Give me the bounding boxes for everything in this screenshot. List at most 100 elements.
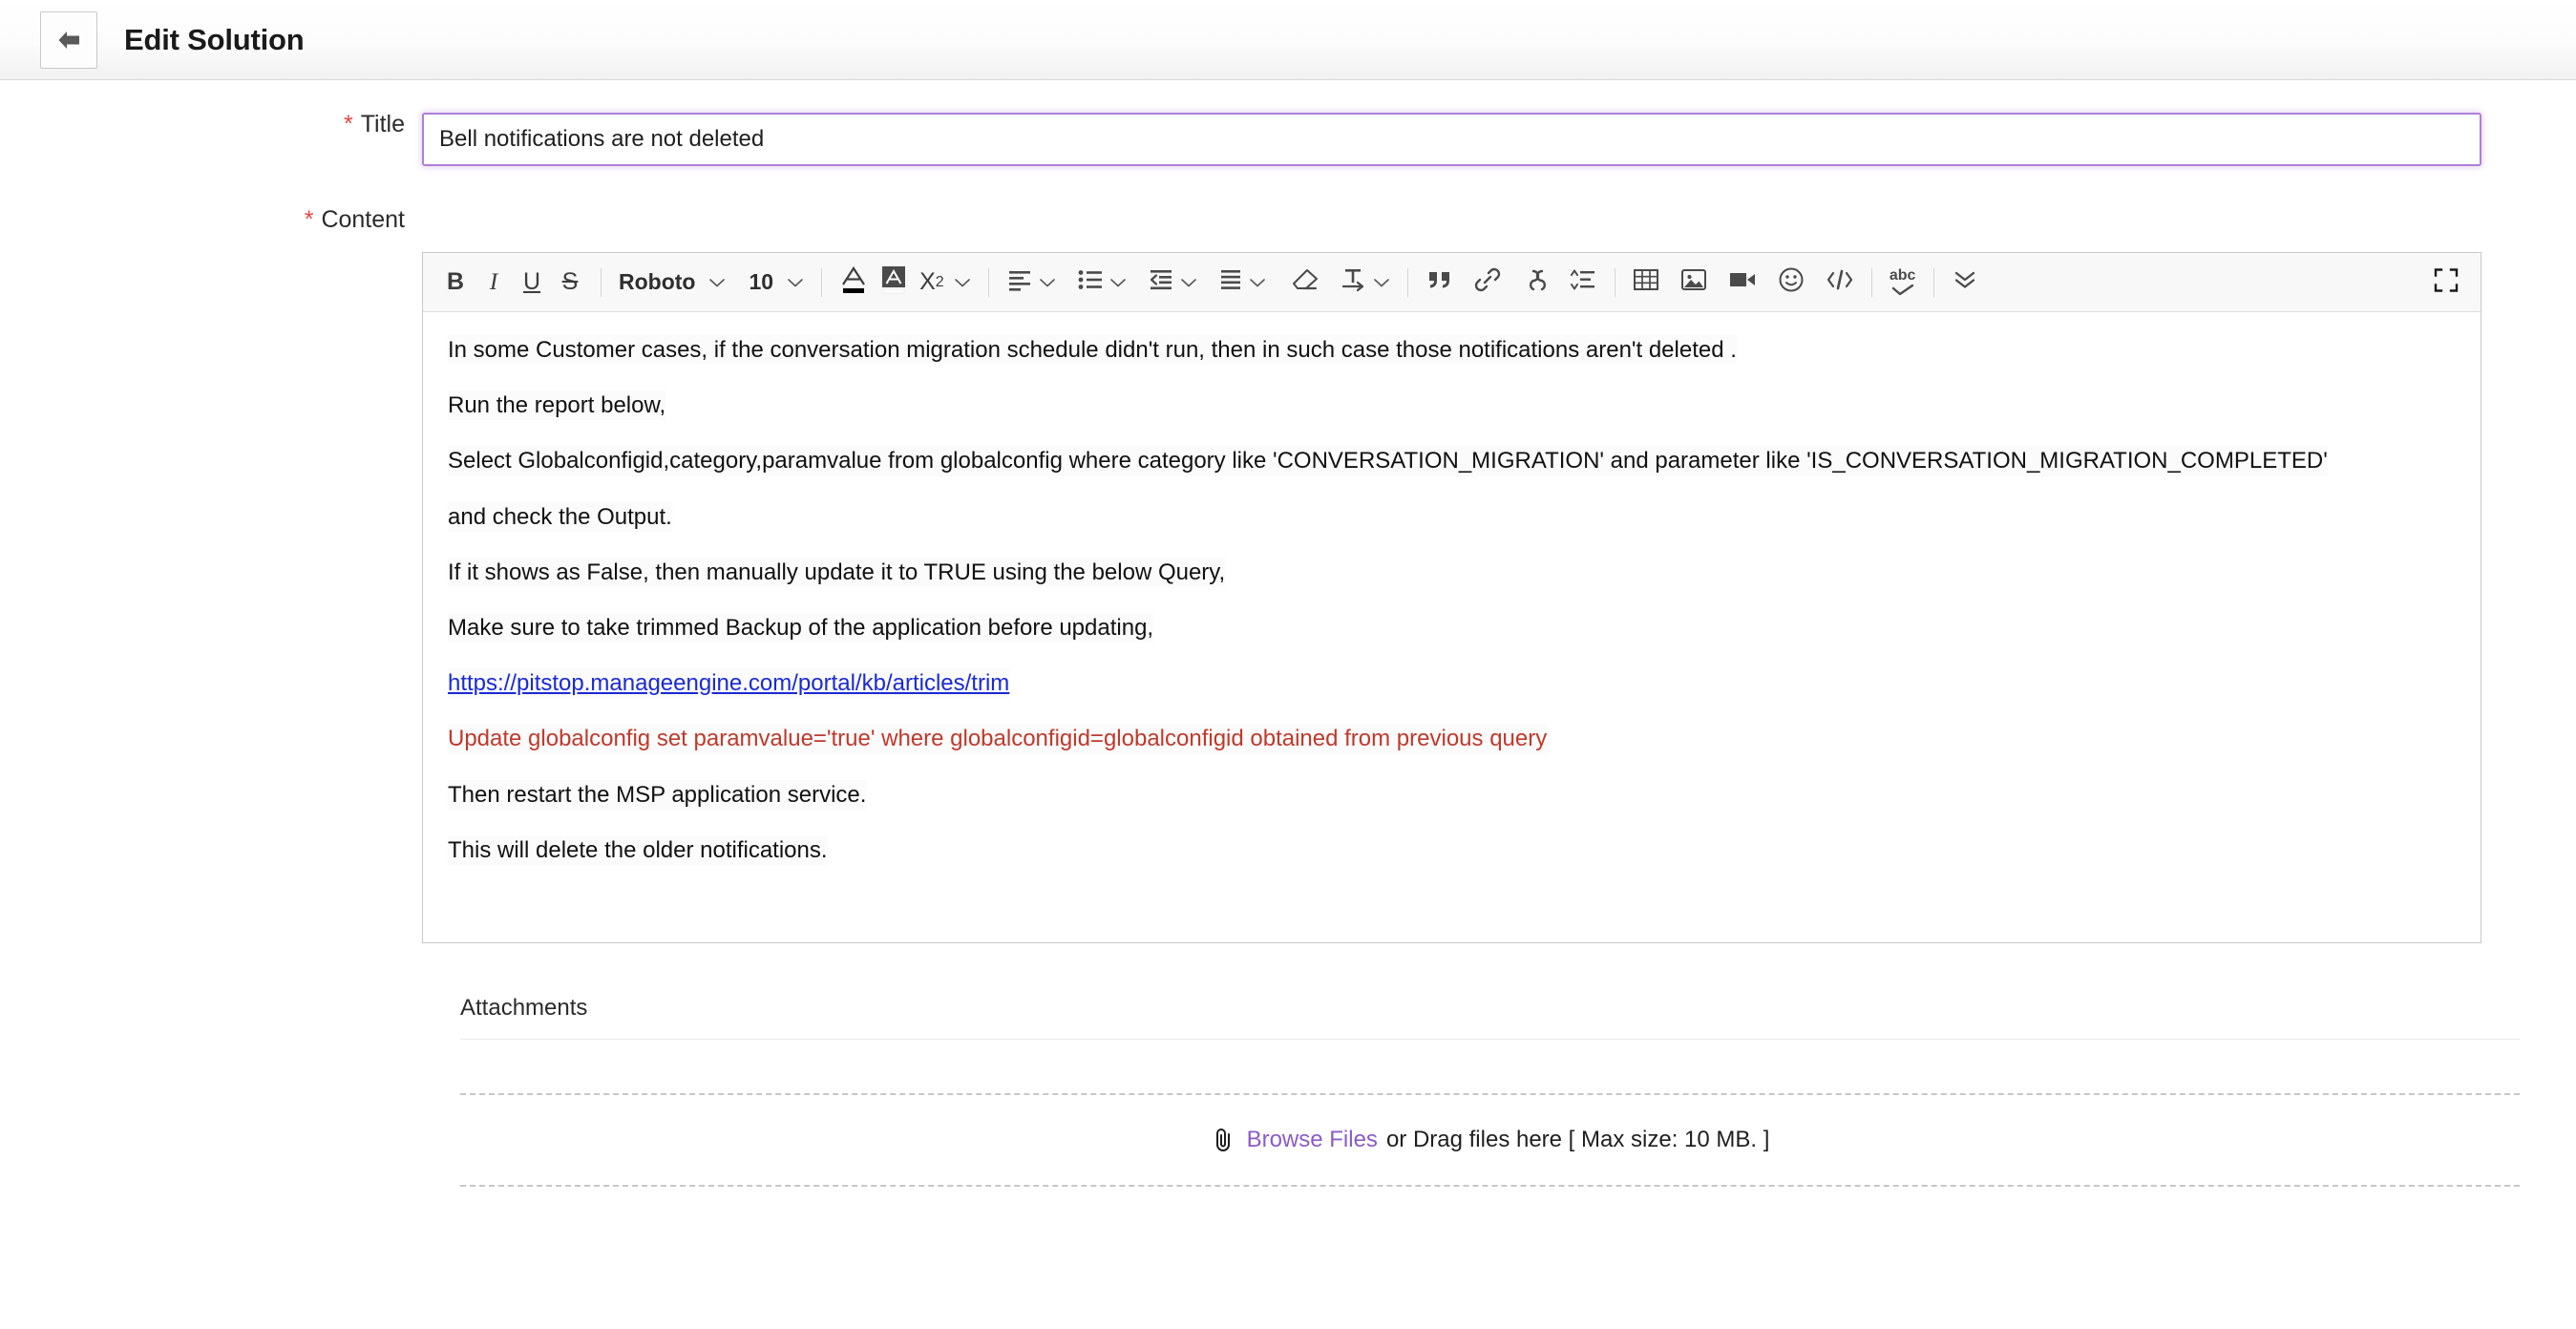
content-paragraph: Make sure to take trimmed Backup of the … bbox=[448, 612, 1154, 643]
content-label: * Content bbox=[0, 208, 422, 232]
form-area: *Title *Content B I U S Rob bbox=[0, 80, 2576, 943]
unlink-icon bbox=[1521, 267, 1550, 297]
unlink-button[interactable] bbox=[1515, 262, 1555, 304]
required-marker-content: * bbox=[304, 206, 314, 233]
indent-icon bbox=[1218, 268, 1243, 296]
code-view-button[interactable] bbox=[1820, 262, 1860, 304]
app-header: Edit Solution bbox=[0, 0, 2576, 80]
indent-button[interactable] bbox=[1213, 262, 1272, 304]
paperclip-icon bbox=[1211, 1127, 1235, 1153]
toolbar-separator bbox=[987, 267, 989, 297]
attachments-divider bbox=[460, 1039, 2520, 1040]
browse-files-link[interactable]: Browse Files bbox=[1247, 1127, 1378, 1153]
chevron-down-icon bbox=[708, 277, 726, 288]
chevron-down-icon bbox=[1249, 277, 1266, 288]
required-marker-title: * bbox=[343, 111, 353, 137]
content-paragraph: and check the Output. bbox=[448, 501, 672, 532]
title-input[interactable] bbox=[422, 113, 2481, 166]
title-row: * Title bbox=[0, 113, 2576, 166]
file-dropzone[interactable]: Browse Files or Drag files here [ Max si… bbox=[460, 1093, 2520, 1187]
content-link[interactable]: https://pitstop.manageengine.com/portal/… bbox=[448, 670, 1009, 696]
blockquote-button[interactable] bbox=[1420, 262, 1460, 304]
chevron-down-icon bbox=[787, 277, 804, 288]
content-row: * Content B I U S Roboto 10 X 2 abc In s… bbox=[0, 208, 2576, 943]
strikethrough-button[interactable]: S bbox=[551, 262, 589, 304]
image-button[interactable] bbox=[1675, 262, 1713, 304]
outdent-icon bbox=[1148, 268, 1174, 296]
toolbar-separator bbox=[821, 267, 823, 297]
title-label: * Title bbox=[0, 113, 422, 137]
content-paragraph-link: https://pitstop.manageengine.com/portal/… bbox=[448, 668, 1010, 699]
content-paragraph: If it shows as False, then manually upda… bbox=[448, 557, 1226, 587]
superscript-button[interactable]: X2 bbox=[914, 262, 977, 304]
table-icon bbox=[1633, 267, 1659, 297]
text-color-icon bbox=[839, 264, 868, 301]
outdent-button[interactable] bbox=[1142, 262, 1203, 304]
chevron-down-icon bbox=[1109, 277, 1127, 288]
spellcheck-icon: abc bbox=[1890, 268, 1915, 296]
video-button[interactable] bbox=[1722, 262, 1763, 304]
line-height-button[interactable] bbox=[1563, 262, 1603, 304]
content-paragraph: Select Globalconfigid,category,paramvalu… bbox=[448, 446, 2328, 476]
rich-text-editor: B I U S Roboto 10 X 2 abc In some Custom… bbox=[422, 252, 2481, 943]
content-label-text: Content bbox=[321, 206, 405, 233]
emoji-button[interactable] bbox=[1772, 262, 1810, 304]
table-button[interactable] bbox=[1627, 262, 1665, 304]
content-field-col: B I U S Roboto 10 X 2 abc In some Custom… bbox=[422, 208, 2576, 943]
blockquote-icon bbox=[1425, 268, 1454, 296]
content-paragraph-red: Update globalconfig set paramvalue='true… bbox=[448, 724, 1548, 754]
font-family-value: Roboto bbox=[619, 269, 696, 294]
text-direction-icon bbox=[1341, 267, 1367, 297]
highlight-color-button[interactable] bbox=[874, 262, 914, 304]
content-paragraph: Run the report below, bbox=[448, 390, 666, 421]
chevron-down-icon bbox=[1039, 277, 1056, 288]
arrow-left-icon bbox=[54, 28, 83, 53]
chevron-down-icon bbox=[954, 277, 971, 288]
clear-format-icon bbox=[1291, 267, 1320, 297]
more-options-icon bbox=[1953, 268, 1977, 296]
chevron-down-icon bbox=[1180, 277, 1197, 288]
clear-format-button[interactable] bbox=[1285, 262, 1325, 304]
page-title: Edit Solution bbox=[124, 22, 305, 56]
back-button[interactable] bbox=[40, 11, 97, 69]
text-direction-button[interactable] bbox=[1335, 262, 1396, 304]
title-input-wrap bbox=[422, 113, 2517, 166]
bold-button[interactable]: B bbox=[436, 262, 475, 304]
chevron-down-icon bbox=[1373, 277, 1390, 288]
align-button[interactable] bbox=[1001, 262, 1062, 304]
title-label-text: Title bbox=[360, 111, 405, 137]
editor-toolbar: B I U S Roboto 10 X 2 abc bbox=[423, 253, 2481, 312]
text-color-button[interactable] bbox=[834, 262, 874, 304]
font-size-value: 10 bbox=[749, 269, 774, 294]
toolbar-separator bbox=[1406, 267, 1408, 297]
superscript-label: X bbox=[919, 268, 936, 295]
highlight-color-icon bbox=[879, 264, 908, 301]
italic-button[interactable]: I bbox=[475, 262, 513, 304]
spellcheck-button[interactable]: abc bbox=[1884, 262, 1922, 304]
fullscreen-icon bbox=[2433, 267, 2460, 297]
font-family-select[interactable]: Roboto bbox=[613, 269, 731, 295]
editor-content-area[interactable]: In some Customer cases, if the conversat… bbox=[423, 312, 2481, 942]
link-button[interactable] bbox=[1467, 262, 1508, 304]
dropzone-inner: Browse Files or Drag files here [ Max si… bbox=[1211, 1127, 1770, 1153]
title-field-col bbox=[422, 113, 2576, 166]
superscript-exponent: 2 bbox=[935, 273, 944, 290]
align-left-icon bbox=[1006, 268, 1033, 296]
image-icon bbox=[1680, 267, 1707, 297]
font-size-select[interactable]: 10 bbox=[743, 269, 810, 295]
drag-files-text: or Drag files here [ Max size: 10 MB. ] bbox=[1385, 1127, 1770, 1152]
content-paragraph: Then restart the MSP application service… bbox=[448, 779, 867, 810]
more-options-button[interactable] bbox=[1946, 262, 1984, 304]
code-view-icon bbox=[1826, 267, 1854, 297]
content-paragraph: In some Customer cases, if the conversat… bbox=[448, 335, 1737, 366]
bullet-list-button[interactable] bbox=[1071, 262, 1132, 304]
fullscreen-button[interactable] bbox=[2433, 266, 2460, 298]
toolbar-separator bbox=[1870, 267, 1872, 297]
link-icon bbox=[1473, 267, 1502, 297]
toolbar-separator bbox=[1932, 267, 1934, 297]
emoji-icon bbox=[1778, 266, 1805, 298]
video-icon bbox=[1728, 268, 1757, 296]
attachments-label: Attachments bbox=[460, 995, 588, 1021]
underline-button[interactable]: U bbox=[513, 262, 551, 304]
toolbar-separator bbox=[601, 267, 602, 297]
